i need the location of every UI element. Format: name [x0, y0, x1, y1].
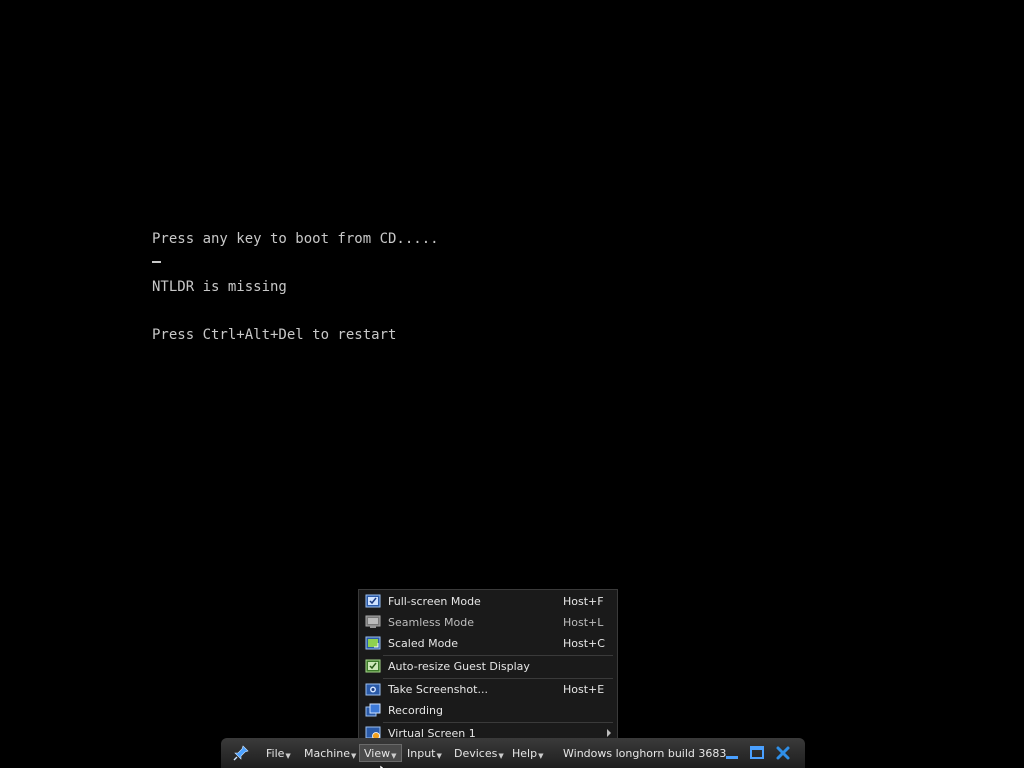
- menu-item-shortcut: Host+F: [563, 594, 604, 608]
- menu-devices[interactable]: Devices ▼: [454, 744, 504, 762]
- menu-item-label: Take Screenshot...: [388, 682, 488, 696]
- menu-item-label: Recording: [388, 703, 444, 717]
- auto-resize-icon: [365, 659, 381, 673]
- menu-item-label: Full-screen Mode: [388, 594, 481, 608]
- menu-item-auto-resize-guest-display[interactable]: Auto-resize Guest Display: [361, 656, 615, 676]
- caret-icon: ▼: [391, 752, 397, 760]
- submenu-arrow-icon: [607, 729, 611, 737]
- menu-devices-label: Devices: [454, 746, 498, 760]
- menu-item-label: Scaled Mode: [388, 636, 459, 650]
- menu-item-shortcut: Host+L: [563, 615, 604, 629]
- menu-item-label: Auto-resize Guest Display: [388, 659, 530, 673]
- close-button[interactable]: [775, 745, 791, 761]
- pin-icon[interactable]: [233, 745, 249, 761]
- scaled-icon: [365, 636, 381, 650]
- close-icon: [776, 746, 790, 760]
- mouse-pointer-icon: [379, 760, 388, 768]
- caret-icon: ▼: [538, 752, 544, 760]
- menu-item-scaled-mode[interactable]: Scaled Mode Host+C: [361, 633, 615, 653]
- menu-machine-label: Machine: [304, 746, 351, 760]
- console-line-3: Press Ctrl+Alt+Del to restart: [152, 327, 397, 343]
- view-menu: Full-screen Mode Host+F Seamless Mode Ho…: [358, 589, 618, 740]
- menu-item-shortcut: Host+C: [563, 636, 605, 650]
- menu-help-label: Help: [512, 746, 538, 760]
- menu-item-shortcut: Host+E: [563, 682, 605, 696]
- screenshot-icon: [365, 682, 381, 696]
- restore-button[interactable]: [749, 745, 765, 761]
- menu-input-label: Input: [407, 746, 436, 760]
- menu-item-seamless-mode[interactable]: Seamless Mode Host+L: [361, 612, 615, 632]
- caret-icon: ▼: [498, 752, 504, 760]
- console-cursor: [152, 261, 161, 263]
- restore-icon: [750, 746, 764, 759]
- menu-item-take-screenshot[interactable]: Take Screenshot... Host+E: [361, 679, 615, 699]
- menu-file[interactable]: File ▼: [266, 744, 291, 762]
- console-line-2: NTLDR is missing: [152, 279, 287, 295]
- menu-item-label: Seamless Mode: [388, 615, 474, 629]
- caret-icon: ▼: [436, 752, 442, 760]
- boot-console-text: Press any key to boot from CD..... NTLDR…: [152, 199, 439, 375]
- fullscreen-icon: [365, 594, 381, 608]
- recording-icon: [365, 703, 381, 717]
- seamless-icon: [365, 615, 381, 629]
- console-line-1: Press any key to boot from CD.....: [152, 231, 439, 247]
- caret-icon: ▼: [285, 752, 291, 760]
- minimize-icon: [726, 756, 738, 759]
- menu-item-recording[interactable]: Recording: [361, 700, 615, 720]
- menu-help[interactable]: Help ▼: [512, 744, 543, 762]
- vm-title: Windows longhorn build 3683: [563, 746, 727, 760]
- menu-machine[interactable]: Machine ▼: [304, 744, 356, 762]
- menu-file-label: File: [266, 746, 285, 760]
- vm-screen[interactable]: Press any key to boot from CD..... NTLDR…: [0, 0, 1024, 768]
- menu-view-label: View: [364, 746, 391, 760]
- caret-icon: ▼: [351, 752, 357, 760]
- menu-item-fullscreen-mode[interactable]: Full-screen Mode Host+F: [361, 591, 615, 611]
- menu-input[interactable]: Input ▼: [407, 744, 442, 762]
- vm-mini-toolbar: File ▼ Machine ▼ View ▼ Input ▼ Devices ▼ Hel…: [221, 738, 805, 768]
- minimize-button[interactable]: [724, 745, 740, 761]
